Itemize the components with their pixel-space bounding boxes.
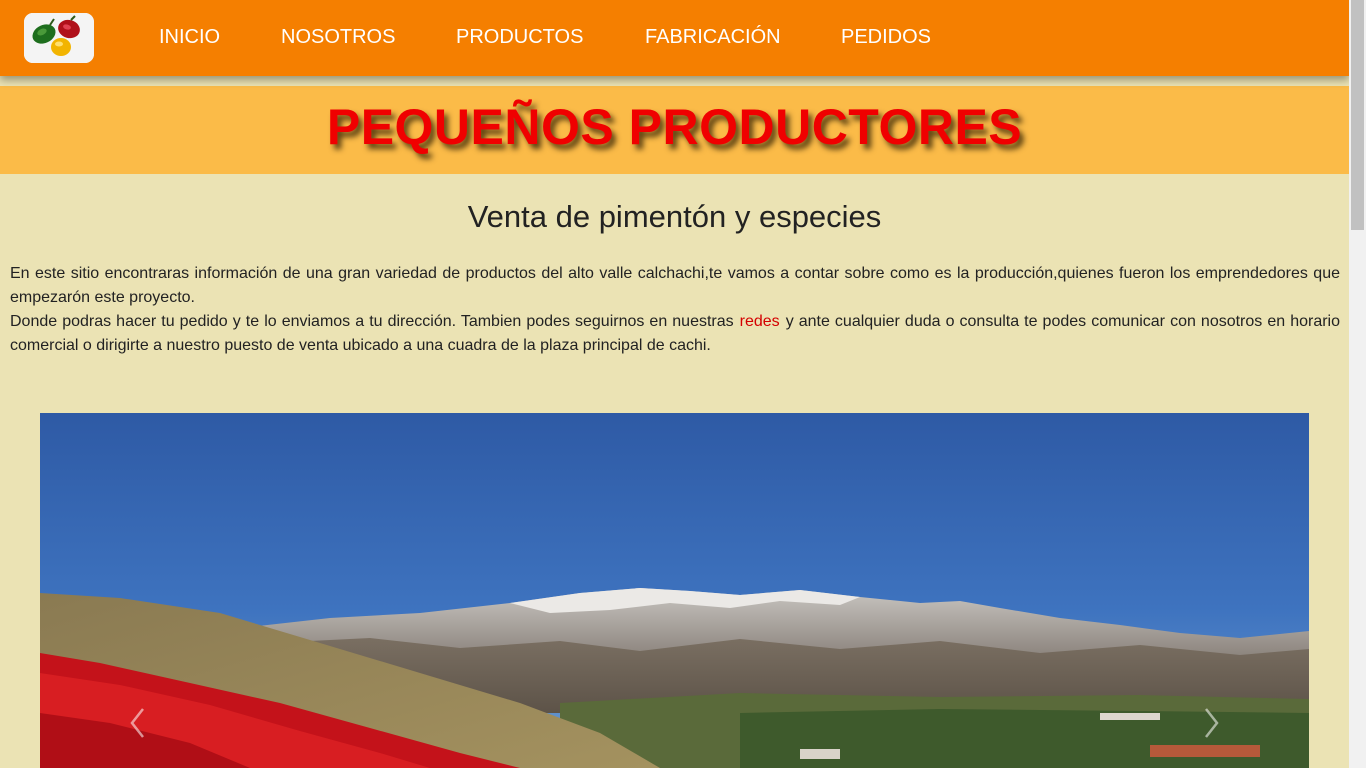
scrollbar-thumb[interactable] — [1351, 0, 1364, 230]
carousel-next-button[interactable] — [1191, 698, 1231, 748]
nav-item-nosotros[interactable]: NOSOTROS — [281, 26, 395, 49]
chevron-right-icon — [1205, 708, 1219, 738]
intro-text: En este sitio encontraras información de… — [10, 262, 1340, 358]
vertical-scrollbar[interactable] — [1349, 0, 1366, 768]
intro-paragraph-2-start: Donde podras hacer tu pedido y te lo env… — [10, 313, 734, 330]
redes-link[interactable]: redes — [734, 313, 786, 330]
page: INICIO NOSOTROS PRODUCTOS FABRICACIÓN PE… — [0, 0, 1349, 768]
peppers-logo-icon[interactable] — [24, 13, 94, 63]
top-navbar: INICIO NOSOTROS PRODUCTOS FABRICACIÓN PE… — [0, 0, 1349, 76]
chevron-left-icon — [130, 708, 144, 738]
page-subtitle: Venta de pimentón y especies — [467, 199, 882, 234]
nav-item-pedidos[interactable]: PEDIDOS — [841, 26, 931, 49]
nav-item-inicio[interactable]: INICIO — [159, 26, 220, 49]
banner-title: PEQUEÑOS PRODUCTORES — [326, 99, 1023, 155]
pepper-field-mountains-image — [40, 413, 1309, 768]
nav-item-productos[interactable]: PRODUCTOS — [456, 26, 583, 49]
image-carousel — [40, 413, 1309, 768]
intro-paragraph-2: Donde podras hacer tu pedido y te lo env… — [10, 310, 1340, 358]
intro-paragraph-1: En este sitio encontraras información de… — [10, 265, 1340, 306]
nav-item-fabricacion[interactable]: FABRICACIÓN — [645, 26, 781, 49]
carousel-prev-button[interactable] — [118, 698, 158, 748]
title-banner: PEQUEÑOS PRODUCTORES — [0, 86, 1349, 174]
